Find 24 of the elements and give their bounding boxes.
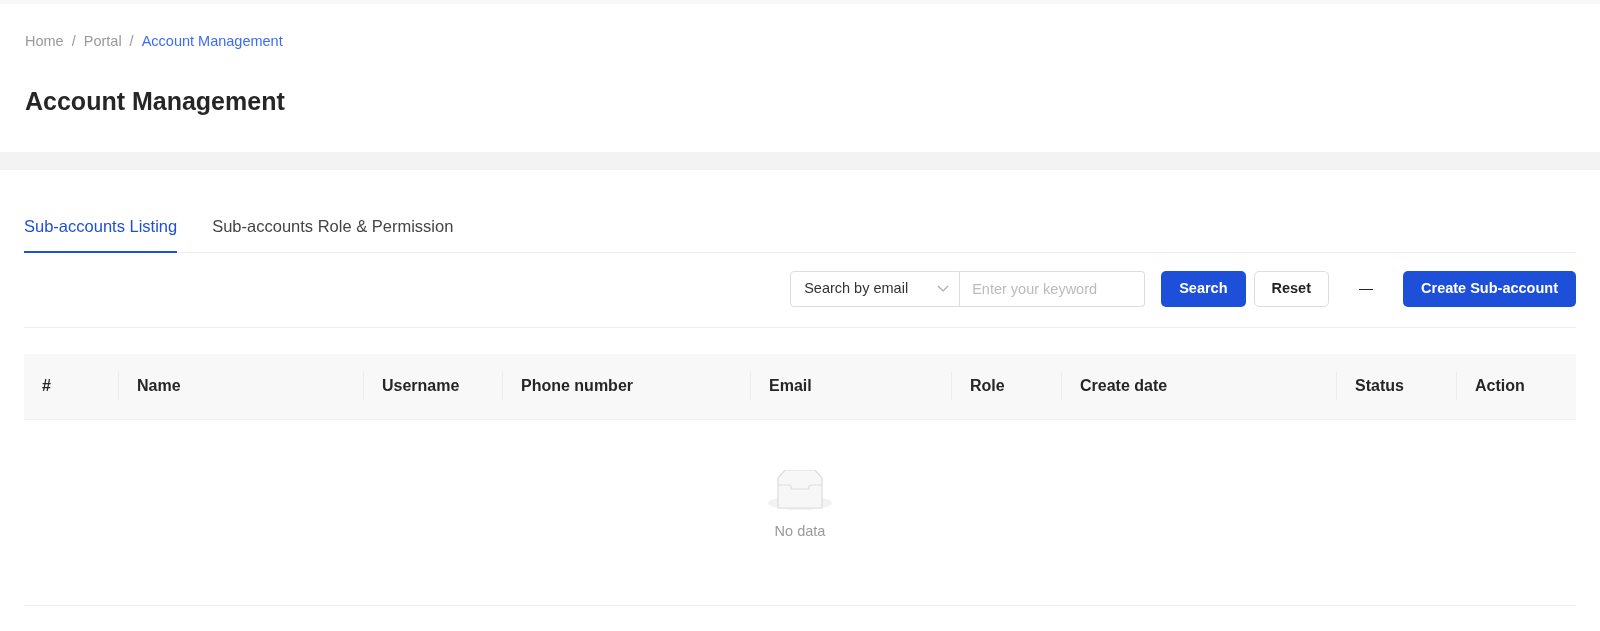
- tab[interactable]: Sub-accounts Role & Permission: [212, 207, 454, 253]
- empty-state-text: No data: [774, 521, 826, 541]
- search-button[interactable]: Search: [1161, 270, 1246, 307]
- column-header: Username: [363, 372, 502, 400]
- breadcrumb-link[interactable]: Account Management: [141, 33, 283, 49]
- keyword-input[interactable]: Enter your keyword: [960, 270, 1146, 307]
- create-sub-account-button[interactable]: Create Sub-account: [1403, 270, 1576, 307]
- reset-button[interactable]: Reset: [1253, 270, 1329, 307]
- dash-separator: —: [1359, 279, 1373, 298]
- search-type-dropdown[interactable]: Search by email: [790, 270, 961, 307]
- column-header: Create date: [1061, 372, 1336, 400]
- column-header: Name: [118, 372, 363, 400]
- tab[interactable]: Sub-accounts Listing: [24, 207, 178, 253]
- empty-inbox-icon: [768, 469, 832, 511]
- column-header: Phone number: [502, 372, 750, 400]
- column-header: Role: [951, 372, 1061, 400]
- column-header: Action: [1456, 372, 1576, 400]
- column-header: Email: [750, 372, 951, 400]
- chevron-down-icon: [937, 284, 950, 293]
- breadcrumb-separator: /: [129, 33, 134, 49]
- breadcrumb-separator: /: [71, 33, 76, 49]
- column-header: #: [41, 376, 52, 396]
- page-title: Account Management: [25, 85, 286, 116]
- column-header: Status: [1336, 372, 1456, 400]
